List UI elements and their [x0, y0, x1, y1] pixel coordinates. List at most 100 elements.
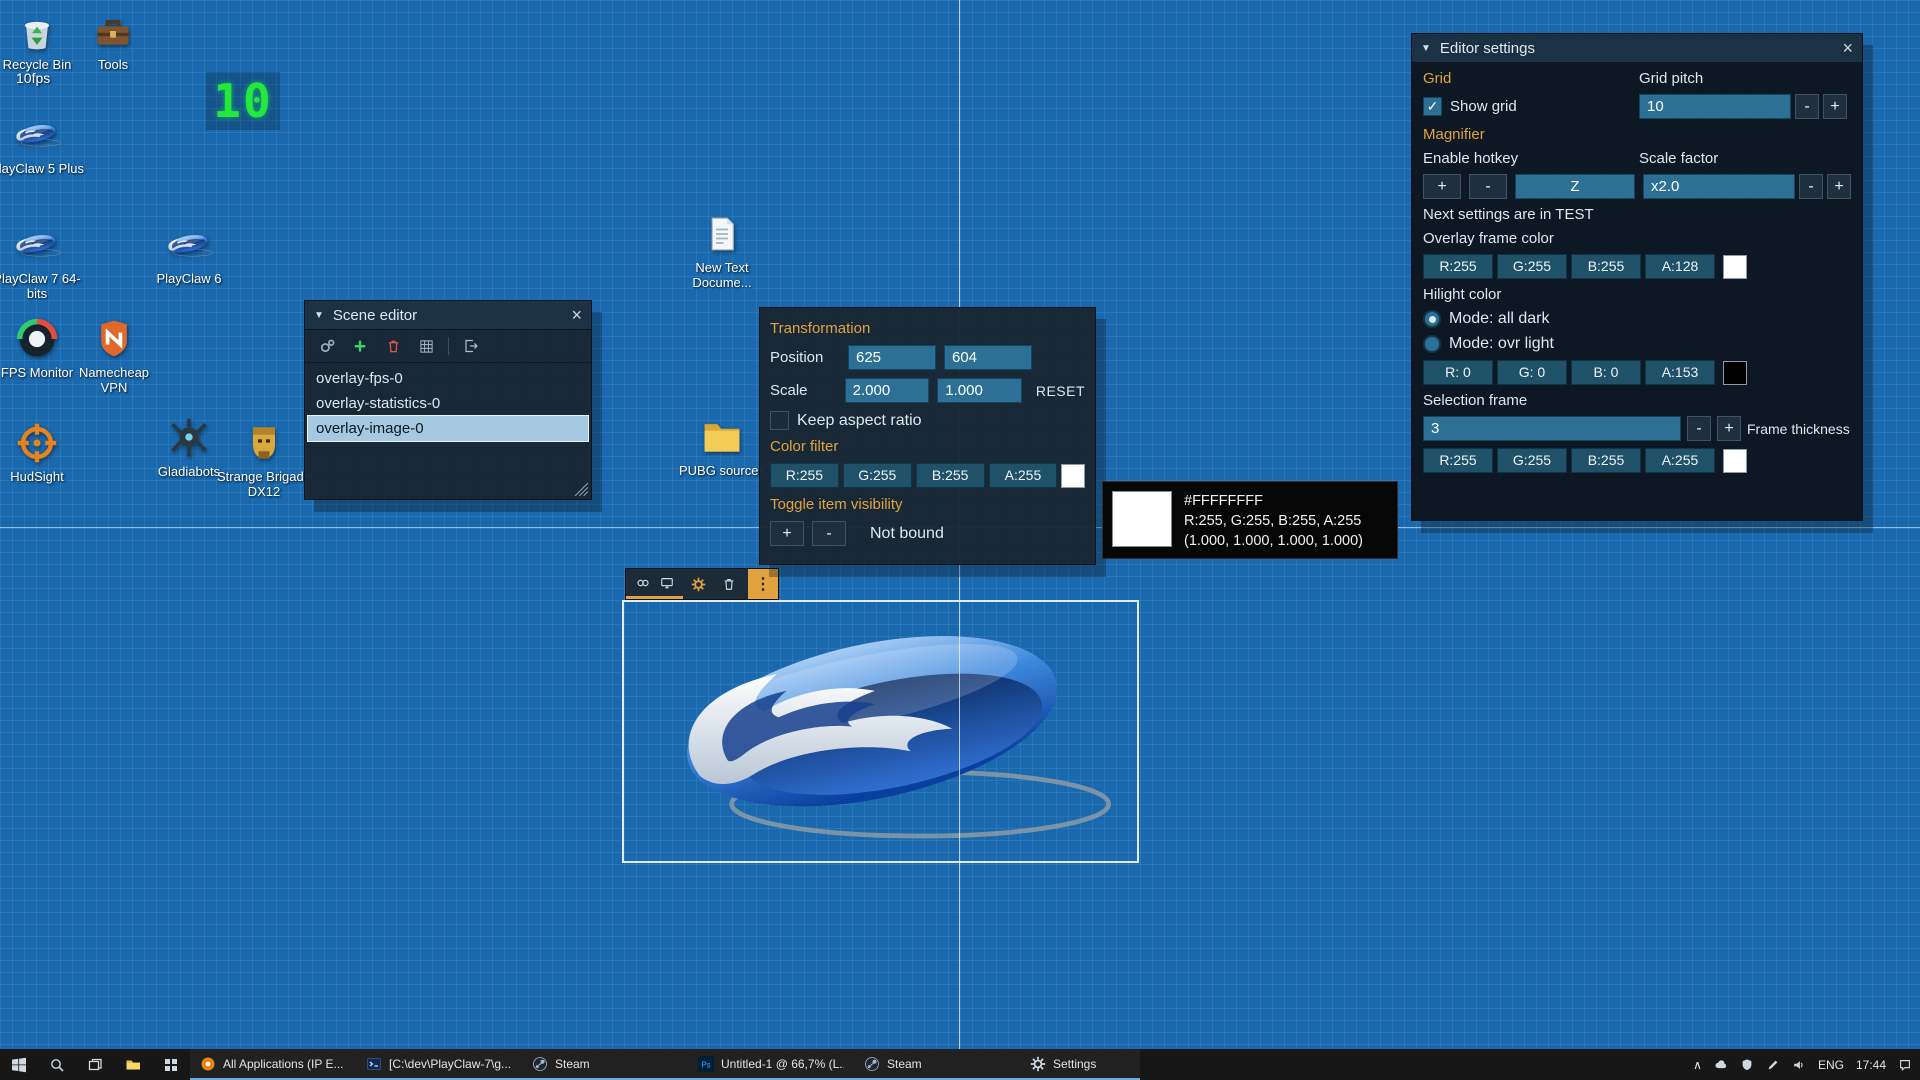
grid-pitch-decrease-button[interactable]: - [1795, 94, 1819, 119]
list-item-selected[interactable]: overlay-image-0 [308, 416, 588, 441]
tooltip-text: #FFFFFFFF R:255, G:255, B:255, A:255 (1.… [1184, 491, 1363, 549]
selection-frame-color-swatch[interactable] [1723, 449, 1747, 473]
desktop-icon-strange-brigade[interactable]: Strange Brigade DX12 [216, 420, 312, 500]
item-delete-button[interactable] [714, 569, 744, 599]
scale-x-field[interactable]: 2.000 [845, 378, 930, 403]
scale-factor-increase-button[interactable]: + [1827, 174, 1851, 199]
red-value-button[interactable]: R:255 [1423, 254, 1493, 279]
grid-snap-button[interactable] [415, 336, 437, 356]
blue-value-button[interactable]: B:255 [916, 463, 985, 488]
desktop-icon-new-text-document[interactable]: New Text Docume... [674, 211, 770, 291]
frame-thickness-increase-button[interactable]: + [1717, 416, 1741, 441]
alpha-value-button[interactable]: A:153 [1645, 360, 1715, 385]
desktop-icon-playclaw7[interactable]: PlayClaw 7 64-bits [0, 222, 85, 302]
item-settings-button[interactable] [683, 569, 714, 599]
taskbar-app-steam-1[interactable]: Steam [522, 1049, 688, 1080]
color-swatch[interactable] [1061, 464, 1085, 488]
blue-value-button[interactable]: B:255 [1571, 448, 1641, 473]
gear-icon [1030, 1056, 1046, 1072]
pen-icon[interactable] [1766, 1058, 1780, 1072]
delete-item-button[interactable] [382, 336, 404, 356]
close-icon[interactable]: × [1842, 39, 1853, 57]
tray-expand-button[interactable]: ∧ [1693, 1058, 1702, 1072]
desktop-icon-hudsight[interactable]: HudSight [0, 420, 85, 484]
tooltip-color-swatch [1112, 491, 1172, 547]
green-value-button[interactable]: G:255 [843, 463, 912, 488]
alpha-value-button[interactable]: A:128 [1645, 254, 1715, 279]
list-item[interactable]: overlay-fps-0 [305, 366, 591, 391]
taskbar-app-settings[interactable]: Settings [1020, 1049, 1140, 1080]
red-value-button[interactable]: R:255 [1423, 448, 1493, 473]
scene-editor-panel: ▼ Scene editor × + [304, 300, 592, 500]
export-scene-button[interactable] [460, 336, 482, 356]
start-button[interactable] [0, 1049, 38, 1080]
task-view-button[interactable] [76, 1049, 114, 1080]
pinned-app-button[interactable] [152, 1049, 190, 1080]
alpha-value-button[interactable]: A:255 [989, 463, 1058, 488]
mode-ovr-light-radio[interactable] [1423, 335, 1441, 353]
cloud-icon[interactable] [1714, 1058, 1728, 1072]
red-value-button[interactable]: R: 0 [1423, 360, 1493, 385]
scene-settings-button[interactable] [316, 336, 338, 356]
add-item-button[interactable]: + [349, 336, 371, 356]
speaker-icon[interactable] [1792, 1058, 1806, 1072]
magnifier-hotkey-add-button[interactable]: + [1423, 174, 1461, 199]
grid-icon [419, 339, 434, 354]
frame-thickness-decrease-button[interactable]: - [1687, 416, 1711, 441]
scale-factor-decrease-button[interactable]: - [1799, 174, 1823, 199]
windows-icon [11, 1057, 27, 1073]
search-button[interactable] [38, 1049, 76, 1080]
overlay-image-selection-frame[interactable] [622, 600, 1139, 863]
scale-label: Scale [770, 382, 837, 399]
green-value-button[interactable]: G:255 [1497, 448, 1567, 473]
desktop-icon-namecheap-vpn[interactable]: Namecheap VPN [66, 316, 162, 396]
scale-y-field[interactable]: 1.000 [937, 378, 1022, 403]
clock[interactable]: 17:44 [1856, 1058, 1886, 1072]
list-item[interactable]: overlay-statistics-0 [305, 391, 591, 416]
file-explorer-button[interactable] [114, 1049, 152, 1080]
grid-pitch-increase-button[interactable]: + [1823, 94, 1847, 119]
icon-label: HudSight [10, 469, 63, 484]
collapse-icon[interactable]: ▼ [314, 310, 324, 321]
blue-value-button[interactable]: B: 0 [1571, 360, 1641, 385]
alpha-value-button[interactable]: A:255 [1645, 448, 1715, 473]
magnifier-hotkey-field[interactable]: Z [1515, 174, 1635, 199]
magnifier-hotkey-remove-button[interactable]: - [1469, 174, 1507, 199]
taskbar-app-steam-2[interactable]: Steam [854, 1049, 1020, 1080]
keep-aspect-checkbox[interactable] [770, 411, 789, 430]
show-grid-checkbox[interactable]: ✓ [1423, 97, 1442, 116]
frame-thickness-field[interactable]: 3 [1423, 416, 1681, 441]
hotkey-add-button[interactable]: + [770, 521, 804, 546]
scale-factor-field[interactable]: x2.0 [1643, 174, 1795, 199]
editor-settings-titlebar[interactable]: ▼ Editor settings × [1412, 34, 1862, 63]
green-value-button[interactable]: G: 0 [1497, 360, 1567, 385]
security-shield-icon[interactable] [1740, 1058, 1754, 1072]
taskbar-app-photoshop[interactable]: Ps Untitled-1 @ 66,7% (L... [688, 1049, 854, 1080]
bind-mode-buttons[interactable] [626, 569, 683, 599]
hilight-color-swatch[interactable] [1723, 361, 1747, 385]
desktop-icon-tools[interactable]: Tools [65, 8, 161, 72]
action-center-icon[interactable] [1898, 1058, 1912, 1072]
language-indicator[interactable]: ENG [1818, 1058, 1844, 1072]
taskbar-app-console[interactable]: [C:\dev\PlayClaw-7\g... [356, 1049, 522, 1080]
desktop-icon-pubg-sources[interactable]: PUBG sources [674, 414, 770, 478]
taskbar-app-ip-scanner[interactable]: All Applications (IP E... [190, 1049, 356, 1080]
hotkey-remove-button[interactable]: - [812, 521, 846, 546]
position-x-field[interactable]: 625 [848, 345, 936, 370]
blue-value-button[interactable]: B:255 [1571, 254, 1641, 279]
red-value-button[interactable]: R:255 [770, 463, 839, 488]
desktop-icon-playclaw6[interactable]: PlayClaw 6 [141, 222, 237, 286]
desktop-icon-playclaw5[interactable]: PlayClaw 5 Plus [0, 112, 85, 176]
green-value-button[interactable]: G:255 [1497, 254, 1567, 279]
scene-editor-titlebar[interactable]: ▼ Scene editor × [305, 301, 591, 330]
resize-grip[interactable] [574, 482, 589, 497]
overlay-frame-color-swatch[interactable] [1723, 255, 1747, 279]
position-y-field[interactable]: 604 [944, 345, 1032, 370]
collapse-icon[interactable]: ▼ [1421, 43, 1431, 54]
reset-button[interactable]: RESET [1036, 383, 1085, 399]
mode-all-dark-radio[interactable] [1423, 310, 1441, 328]
item-more-button[interactable]: ⋮ [748, 569, 778, 599]
grid-pitch-field[interactable]: 10 [1639, 94, 1791, 119]
icon-label: PlayClaw 5 Plus [0, 161, 84, 176]
close-icon[interactable]: × [571, 306, 582, 324]
